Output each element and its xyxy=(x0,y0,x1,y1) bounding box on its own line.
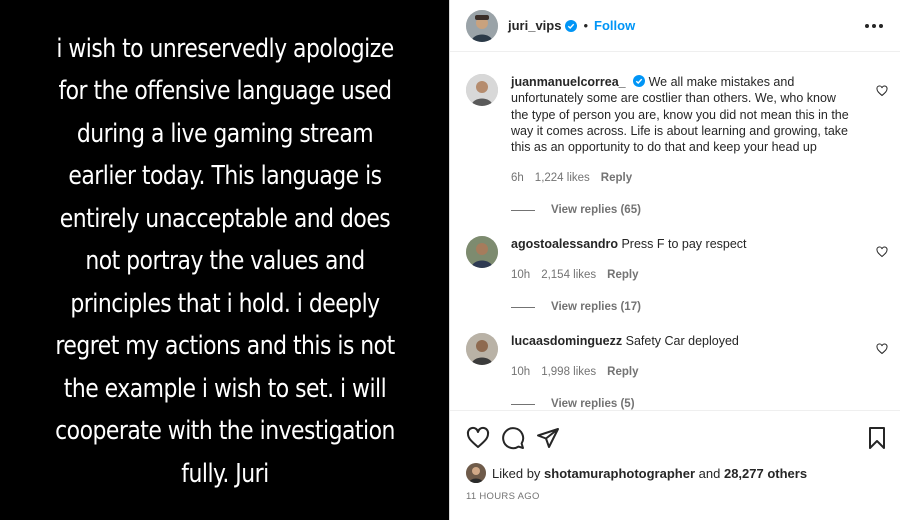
comment-meta: 6h 1,224 likes Reply xyxy=(511,172,632,184)
post-timestamp[interactable]: 11 HOURS AGO xyxy=(466,491,540,502)
comment-username[interactable]: juanmanuelcorrea_ xyxy=(511,75,626,89)
comment-meta: 10h 2,154 likes Reply xyxy=(511,269,639,281)
comment-time: 6h xyxy=(511,172,524,184)
commenter-avatar[interactable] xyxy=(466,74,498,106)
comment-likes[interactable]: 2,154 likes xyxy=(541,269,596,281)
comment-time: 10h xyxy=(511,269,531,281)
comments-list: juanmanuelcorrea_ We all make mistakes a… xyxy=(450,52,900,410)
comment-username[interactable]: lucaasdominguezz xyxy=(511,334,622,348)
view-replies-label: View replies (5) xyxy=(551,398,635,410)
follow-button[interactable]: Follow xyxy=(594,18,635,33)
view-replies-label: View replies (17) xyxy=(551,301,641,313)
comment-like-heart-icon[interactable] xyxy=(876,85,888,97)
verified-badge-icon xyxy=(565,19,578,32)
liked-by-prefix: Liked by xyxy=(492,465,541,481)
liked-by-others[interactable]: 28,277 others xyxy=(724,466,807,481)
reply-button[interactable]: Reply xyxy=(607,269,638,281)
share-icon[interactable] xyxy=(536,426,560,450)
comment-likes[interactable]: 1,998 likes xyxy=(541,366,596,378)
comment-text: Press F to pay respect xyxy=(621,237,747,251)
comment-time: 10h xyxy=(511,366,531,378)
liker-avatar[interactable] xyxy=(466,463,486,483)
replies-divider xyxy=(511,403,535,405)
view-replies-button[interactable]: View replies (17) xyxy=(511,301,641,313)
commenter-avatar[interactable] xyxy=(466,236,498,268)
view-replies-label: View replies (65) xyxy=(551,204,641,216)
comment-body: agostoalessandro Press F to pay respect xyxy=(511,236,856,252)
liked-by-summary: Liked by shotamuraphotographer and 28,27… xyxy=(466,463,807,483)
post-header: juri_vips • Follow xyxy=(450,0,900,52)
view-replies-button[interactable]: View replies (5) xyxy=(511,398,635,410)
comment-body: juanmanuelcorrea_ We all make mistakes a… xyxy=(511,74,856,155)
comment-body: lucaasdominguezz Safety Car deployed xyxy=(511,333,856,349)
comment-meta: 10h 1,998 likes Reply xyxy=(511,366,639,378)
comment-icon[interactable] xyxy=(501,426,525,450)
author-username[interactable]: juri_vips xyxy=(508,18,561,33)
commenter-avatar[interactable] xyxy=(466,333,498,365)
reply-button[interactable]: Reply xyxy=(607,366,638,378)
comment-like-heart-icon[interactable] xyxy=(876,343,888,355)
post-statement-text: i wish to unreservedly apologize for the… xyxy=(54,33,395,489)
liked-by-and: and xyxy=(698,465,721,481)
liked-by-user[interactable]: shotamuraphotographer xyxy=(544,466,695,481)
view-replies-button[interactable]: View replies (65) xyxy=(511,204,641,216)
comment-like-heart-icon[interactable] xyxy=(876,246,888,258)
comment-text: Safety Car deployed xyxy=(625,334,739,348)
action-bar: Liked by shotamuraphotographer and 28,27… xyxy=(450,410,900,520)
verified-badge-icon xyxy=(633,75,646,87)
comment-username[interactable]: agostoalessandro xyxy=(511,237,618,251)
heart-icon[interactable] xyxy=(466,426,490,450)
bookmark-icon[interactable] xyxy=(865,426,889,450)
post-side-panel: juri_vips • Follow juanmanuelcorrea_ We … xyxy=(449,0,900,520)
author-avatar[interactable] xyxy=(466,9,498,42)
separator-dot: • xyxy=(583,18,589,33)
more-options-icon[interactable] xyxy=(865,18,885,34)
comment-likes[interactable]: 1,224 likes xyxy=(535,172,590,184)
reply-button[interactable]: Reply xyxy=(601,172,632,184)
post-image: i wish to unreservedly apologize for the… xyxy=(0,0,449,520)
replies-divider xyxy=(511,209,535,211)
replies-divider xyxy=(511,306,535,308)
